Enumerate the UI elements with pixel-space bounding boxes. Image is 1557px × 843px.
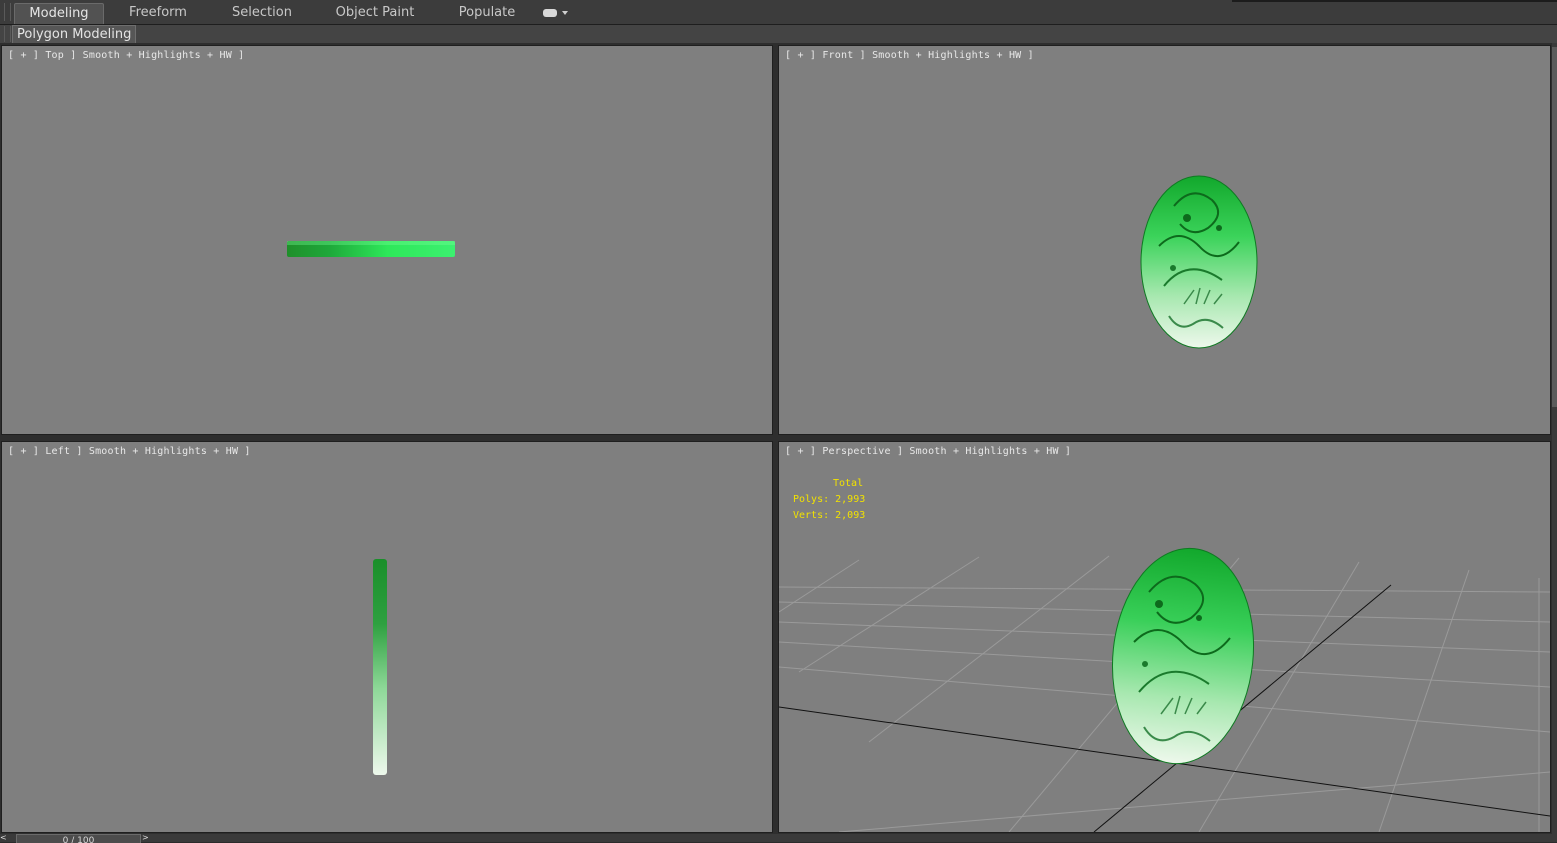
stats-polys: Polys: 2,993 [793,494,866,505]
jade-pendant-perspective-mesh[interactable] [1102,541,1264,770]
stats-title: Total [833,478,864,489]
tab-freeform[interactable]: Freeform [118,3,198,23]
chevron-down-icon [562,11,568,15]
viewport-front[interactable]: [ + ] Front ] Smooth + Highlights + HW ] [778,45,1551,435]
title-bar-edge [1232,0,1557,2]
perspective-view-canvas [779,541,1550,832]
command-panel-scrollbar[interactable] [1552,43,1557,834]
jade-pendant-left-mesh[interactable] [373,559,387,775]
polygon-stats-overlay: Total Polys: 2,993 Verts: 2,093 [793,476,865,524]
polygon-modeling-panel-button[interactable]: Polygon Modeling [12,25,137,45]
viewport-label-top[interactable]: [ + ] Top ] Smooth + Highlights + HW ] [8,50,244,61]
scrollbar-thumb[interactable] [1552,47,1557,407]
ribbon-tab-bar: Modeling Freeform Selection Object Paint… [0,0,1557,25]
jade-top-highlight [287,241,455,245]
viewport-perspective[interactable]: [ + ] Perspective ] Smooth + Highlights … [778,441,1551,833]
tab-modeling[interactable]: Modeling [14,3,104,24]
left-view-canvas [373,559,387,775]
time-slider-next-button[interactable]: > [142,834,156,842]
time-slider-prev-button[interactable]: < [0,834,14,842]
viewport-left[interactable]: [ + ] Left ] Smooth + Highlights + HW ] [1,441,773,833]
viewport-layout: [ + ] Top ] Smooth + Highlights + HW ] [… [0,43,1557,834]
stats-verts: Verts: 2,093 [793,510,866,521]
jade-pendant-front-mesh[interactable] [1140,175,1258,349]
top-view-canvas [287,241,455,257]
tab-populate[interactable]: Populate [450,3,524,23]
ribbon-options-pill-icon [543,9,557,17]
tab-object-paint[interactable]: Object Paint [330,3,420,23]
panel-grip-handle[interactable] [4,26,11,42]
viewport-label-perspective[interactable]: [ + ] Perspective ] Smooth + Highlights … [785,446,1071,457]
ribbon-grip-handle[interactable] [4,3,11,21]
tab-selection[interactable]: Selection [222,3,302,23]
time-slider[interactable]: < 0 / 100 > [0,834,1557,843]
ribbon-panel-strip: Polygon Modeling [0,25,1557,45]
ribbon-options-icon[interactable] [543,8,571,20]
viewport-label-front[interactable]: [ + ] Front ] Smooth + Highlights + HW ] [785,50,1034,61]
viewport-top[interactable]: [ + ] Top ] Smooth + Highlights + HW ] [1,45,773,435]
front-view-canvas [1140,175,1258,349]
viewport-label-left[interactable]: [ + ] Left ] Smooth + Highlights + HW ] [8,446,251,457]
